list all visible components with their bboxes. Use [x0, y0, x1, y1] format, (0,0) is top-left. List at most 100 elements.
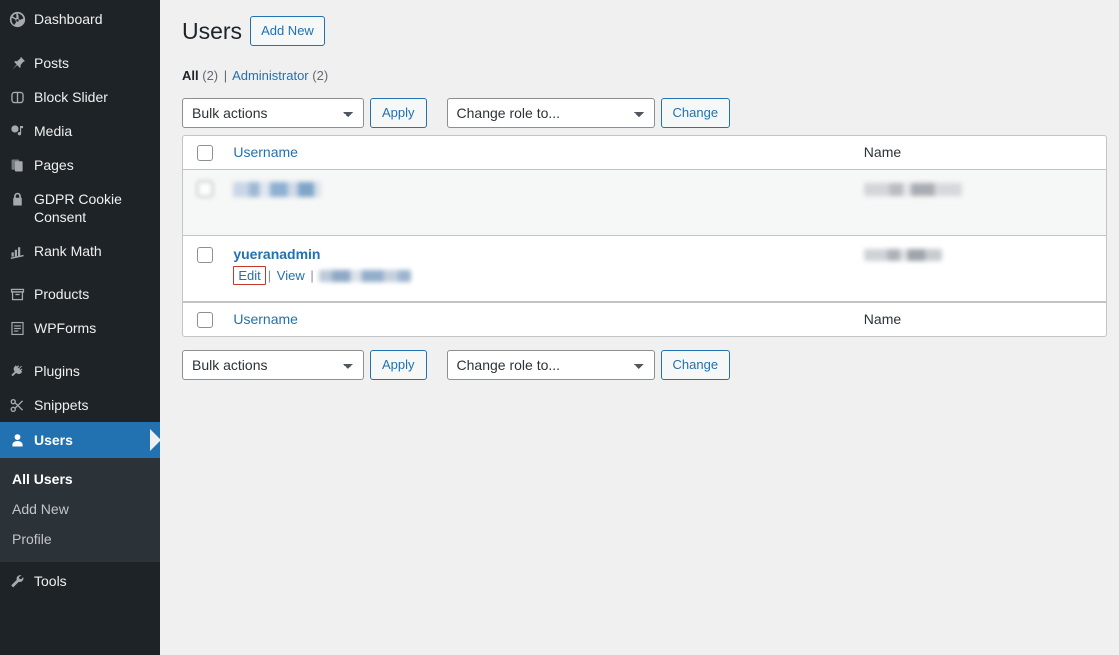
- username-link[interactable]: yueranadmin: [233, 246, 320, 262]
- filter-all[interactable]: All (2): [182, 68, 222, 83]
- sidebar-item-tools[interactable]: Tools: [0, 562, 160, 598]
- edit-link-highlight: Edit: [233, 266, 265, 286]
- media-icon: [0, 122, 34, 140]
- row-action-separator: |: [266, 268, 273, 283]
- tablenav-top: Bulk actions Apply Change role to... Cha…: [182, 97, 1119, 129]
- row-action-separator: |: [308, 268, 315, 283]
- sidebar-submenu-users: All Users Add New Profile: [0, 458, 160, 562]
- sidebar-item-all-users[interactable]: All Users: [0, 464, 160, 494]
- sidebar-item-users[interactable]: Users: [0, 422, 160, 458]
- redacted-name: [864, 249, 942, 261]
- redacted-username: [233, 182, 321, 197]
- filter-all-link[interactable]: All: [182, 68, 199, 83]
- sidebar-menu: Dashboard Posts Block Slider Media: [0, 0, 160, 598]
- sidebar-item-plugins[interactable]: Plugins: [0, 354, 160, 388]
- column-header-username-link[interactable]: Username: [233, 144, 298, 160]
- lock-icon: [0, 190, 34, 208]
- sidebar-item-pages[interactable]: Pages: [0, 148, 160, 182]
- active-menu-arrow: [150, 429, 172, 451]
- products-icon: [0, 285, 34, 303]
- bulk-actions-select-top[interactable]: Bulk actions: [182, 98, 364, 128]
- row-checkbox[interactable]: [197, 181, 213, 197]
- tools-icon: [0, 572, 34, 590]
- sidebar-item-dashboard[interactable]: Dashboard: [0, 0, 160, 37]
- sidebar-item-label: Posts: [34, 54, 79, 72]
- select-all-checkbox-bottom[interactable]: [197, 312, 213, 328]
- redacted-row-action[interactable]: [319, 270, 411, 282]
- change-button-top[interactable]: Change: [661, 98, 731, 128]
- filter-administrator-count: (2): [312, 68, 328, 83]
- apply-button-bottom[interactable]: Apply: [370, 350, 427, 380]
- sidebar-item-products[interactable]: Products: [0, 277, 160, 311]
- change-role-select-top[interactable]: Change role to...: [447, 98, 655, 128]
- sidebar-item-wpforms[interactable]: WPForms: [0, 311, 160, 345]
- sidebar-item-label: Tools: [34, 572, 77, 590]
- apply-button-top[interactable]: Apply: [370, 98, 427, 128]
- plug-icon: [0, 362, 34, 380]
- sidebar-item-label: Products: [34, 285, 99, 303]
- user-role-filters: All (2) | Administrator (2): [182, 63, 1119, 89]
- bulk-actions-select-bottom[interactable]: Bulk actions: [182, 350, 364, 380]
- dashboard-icon: [0, 10, 34, 28]
- pin-icon: [0, 54, 34, 72]
- select-all-checkbox-top[interactable]: [197, 145, 213, 161]
- page-title: Users: [182, 8, 242, 51]
- row-select-cell: [183, 236, 223, 302]
- users-table-foot: Username Name: [183, 302, 1106, 336]
- sidebar-item-add-new-user[interactable]: Add New: [0, 494, 160, 524]
- chart-icon: [0, 242, 34, 260]
- pages-icon: [0, 156, 34, 174]
- row-checkbox[interactable]: [197, 247, 213, 263]
- sidebar-item-label: Block Slider: [34, 88, 118, 106]
- tablenav-bottom: Bulk actions Apply Change role to... Cha…: [182, 349, 1119, 381]
- users-table: Username Name: [182, 135, 1107, 337]
- table-row: [183, 170, 1106, 236]
- sidebar-item-posts[interactable]: Posts: [0, 46, 160, 80]
- submenu-item-label: Profile: [12, 531, 52, 547]
- sidebar-separator: [0, 345, 160, 354]
- sidebar-item-profile[interactable]: Profile: [0, 524, 160, 554]
- column-footer-name: Name: [854, 302, 1106, 336]
- admin-sidebar: Dashboard Posts Block Slider Media: [0, 0, 160, 655]
- slider-icon: [0, 88, 34, 106]
- edit-link[interactable]: Edit: [238, 268, 260, 283]
- sidebar-item-snippets[interactable]: Snippets: [0, 388, 160, 422]
- redacted-name: [864, 183, 962, 196]
- column-header-name-label: Name: [864, 144, 901, 160]
- select-all-header: [183, 136, 223, 170]
- column-footer-username: Username: [223, 302, 853, 336]
- row-username-cell: yueranadmin Edit | View |: [223, 236, 853, 302]
- sidebar-item-label: Snippets: [34, 396, 98, 414]
- table-header-row: Username Name: [183, 136, 1106, 170]
- filter-all-count: (2): [202, 68, 218, 83]
- change-role-select-bottom[interactable]: Change role to...: [447, 350, 655, 380]
- user-icon: [0, 431, 34, 449]
- submenu-item-label: All Users: [12, 471, 73, 487]
- add-new-button[interactable]: Add New: [250, 16, 325, 46]
- sidebar-item-block-slider[interactable]: Block Slider: [0, 80, 160, 114]
- sidebar-item-label: WPForms: [34, 319, 106, 337]
- row-username-cell: [223, 170, 853, 236]
- users-table-body: yueranadmin Edit | View |: [183, 170, 1106, 302]
- view-link[interactable]: View: [277, 268, 305, 283]
- change-button-bottom[interactable]: Change: [661, 350, 731, 380]
- sidebar-item-gdpr-cookie-consent[interactable]: GDPR Cookie Consent: [0, 182, 160, 234]
- column-header-name: Name: [854, 136, 1106, 170]
- row-name-cell: [854, 170, 1106, 236]
- submenu-item-label: Add New: [12, 501, 69, 517]
- sidebar-item-rank-math[interactable]: Rank Math: [0, 234, 160, 268]
- table-footer-row: Username Name: [183, 302, 1106, 336]
- row-actions: Edit | View |: [233, 262, 843, 287]
- column-header-username: Username: [223, 136, 853, 170]
- row-select-cell: [183, 170, 223, 236]
- sidebar-separator: [0, 268, 160, 277]
- main-content: Users Add New All (2) | Administrator (2…: [160, 0, 1119, 655]
- filter-administrator[interactable]: Administrator (2): [229, 68, 328, 83]
- column-footer-username-link[interactable]: Username: [233, 311, 298, 327]
- filter-administrator-link[interactable]: Administrator: [232, 68, 309, 83]
- sidebar-item-label: Rank Math: [34, 242, 112, 260]
- forms-icon: [0, 319, 34, 337]
- column-footer-name-label: Name: [864, 311, 901, 327]
- sidebar-item-media[interactable]: Media: [0, 114, 160, 148]
- page-header: Users Add New: [182, 8, 1119, 51]
